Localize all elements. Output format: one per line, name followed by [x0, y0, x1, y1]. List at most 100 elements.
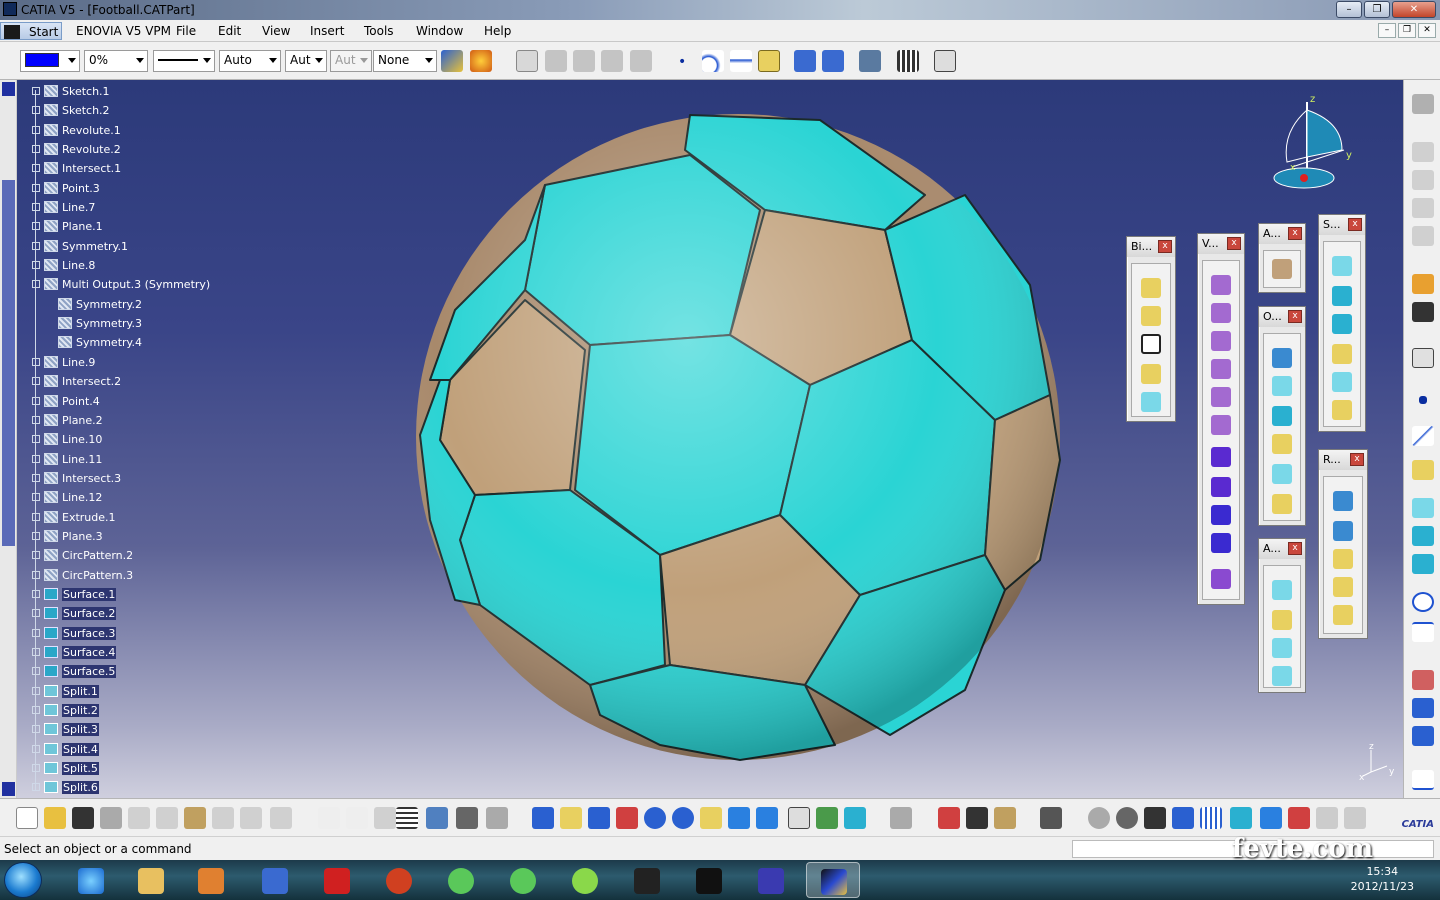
circular-pattern-icon[interactable]	[1333, 549, 1353, 569]
taskbar-acrobat[interactable]	[310, 862, 364, 898]
slot-icon[interactable]	[1211, 447, 1231, 467]
tree-node[interactable]: Split.3	[30, 720, 270, 739]
expand-icon[interactable]	[32, 706, 40, 714]
tree-expand-icon[interactable]	[1172, 807, 1194, 829]
connect-checker-icon[interactable]	[1272, 638, 1292, 658]
plane-system-icon[interactable]	[1260, 807, 1282, 829]
tree-node[interactable]: Intersect.3	[30, 469, 270, 488]
panel-a1-close-icon[interactable]: x	[1288, 227, 1302, 240]
panel-o-close-icon[interactable]: x	[1288, 310, 1302, 323]
expand-icon[interactable]	[32, 725, 40, 734]
taskbar-catia-active[interactable]	[806, 862, 860, 898]
taskbar-ship[interactable]	[744, 862, 798, 898]
expand-icon[interactable]	[32, 628, 40, 637]
tree-node[interactable]: Surface.1	[30, 585, 270, 604]
fit-all-icon[interactable]	[560, 807, 582, 829]
shaft-icon[interactable]	[1211, 331, 1231, 351]
zoom-out-icon[interactable]	[672, 807, 694, 829]
expand-icon[interactable]	[32, 473, 40, 482]
new-icon[interactable]	[16, 807, 38, 829]
expand-icon[interactable]	[32, 589, 40, 598]
analysis-icon[interactable]	[1272, 259, 1292, 279]
sketcher-icon[interactable]	[1412, 348, 1434, 368]
offset-surface-icon[interactable]	[1332, 344, 1352, 364]
pocket-icon[interactable]	[1211, 303, 1231, 323]
lock-icon[interactable]	[456, 807, 478, 829]
user-pattern-icon[interactable]	[1333, 577, 1353, 597]
repetition-icon[interactable]	[1333, 491, 1353, 511]
design-table-icon[interactable]	[426, 807, 448, 829]
work-on-support-icon[interactable]	[1200, 807, 1222, 829]
tree-node[interactable]: Point.4	[30, 392, 270, 411]
select-arrow-icon[interactable]	[1412, 274, 1434, 294]
tree-node[interactable]: Extrude.1	[30, 508, 270, 527]
panel-r[interactable]: R... x	[1318, 449, 1368, 639]
expand-icon[interactable]	[32, 667, 40, 676]
tree-node[interactable]: CircPattern.3	[30, 566, 270, 585]
boundary-icon[interactable]	[1272, 406, 1292, 426]
hide-show-icon[interactable]	[816, 807, 838, 829]
tree-node[interactable]: Plane.2	[30, 411, 270, 430]
expand-icon[interactable]	[32, 357, 40, 366]
extrude-surface-icon[interactable]	[1332, 256, 1352, 276]
panel-bi-close-icon[interactable]: x	[1158, 240, 1172, 253]
pad-icon[interactable]	[1211, 275, 1231, 295]
tree-node[interactable]: Surface.4	[30, 643, 270, 662]
knowledge-icon[interactable]	[374, 807, 396, 829]
panel-a1[interactable]: A... x	[1258, 223, 1306, 293]
compass-widget[interactable]: z y x	[1262, 92, 1352, 192]
helix-icon[interactable]	[1412, 698, 1434, 718]
comment-icon[interactable]	[346, 807, 368, 829]
join-icon[interactable]	[1272, 348, 1292, 368]
tree-node[interactable]: Line.9	[30, 353, 270, 372]
multi-section-icon[interactable]	[1211, 505, 1231, 525]
tree-node[interactable]: Line.10	[30, 430, 270, 449]
tree-node[interactable]: Intersect.2	[30, 372, 270, 391]
spiral-icon[interactable]	[1412, 622, 1434, 642]
properties-icon[interactable]	[966, 807, 988, 829]
sweep-icon[interactable]	[1332, 372, 1352, 392]
expand-icon[interactable]	[32, 415, 40, 424]
hole-icon[interactable]	[1211, 387, 1231, 407]
taskbar-app[interactable]	[248, 862, 302, 898]
formula-icon[interactable]	[318, 807, 340, 829]
panel-s[interactable]: S... x	[1318, 214, 1366, 432]
save-icon[interactable]	[72, 807, 94, 829]
panel-r-close-icon[interactable]: x	[1350, 453, 1364, 466]
paste-doc-icon[interactable]	[184, 807, 206, 829]
cut-icon[interactable]	[128, 807, 150, 829]
tree-node[interactable]: Line.11	[30, 450, 270, 469]
expand-icon[interactable]	[32, 454, 40, 463]
taskbar-qq1[interactable]	[434, 862, 488, 898]
open-icon[interactable]	[44, 807, 66, 829]
scroll-down-icon[interactable]	[2, 782, 15, 796]
taskbar-qq2[interactable]	[496, 862, 550, 898]
edge-fillet-icon[interactable]	[1141, 364, 1161, 384]
sphere-icon[interactable]	[1332, 314, 1352, 334]
catalog-icon[interactable]	[1412, 226, 1434, 246]
snap-to-point-icon[interactable]	[1230, 807, 1252, 829]
axis-system-icon[interactable]	[1144, 807, 1166, 829]
project-icon[interactable]	[1412, 498, 1434, 518]
connect-curve-icon[interactable]	[1412, 670, 1434, 690]
tree-node[interactable]: Line.12	[30, 488, 270, 507]
draft-analysis-icon[interactable]	[1272, 580, 1292, 600]
corner-icon[interactable]	[1412, 726, 1434, 746]
tree-node[interactable]: Revolute.1	[30, 121, 270, 140]
panel-bi[interactable]: Bi... x	[1126, 236, 1176, 422]
expand-icon[interactable]	[32, 125, 40, 134]
tree-node[interactable]: Sketch.2	[30, 101, 270, 120]
copy-doc-icon[interactable]	[156, 807, 178, 829]
expand-icon[interactable]	[32, 261, 40, 270]
curvature-analysis-icon[interactable]	[1272, 610, 1292, 630]
tree-node[interactable]: Symmetry.4	[30, 333, 270, 352]
scan-icon[interactable]	[1288, 807, 1310, 829]
windows-start-button[interactable]	[4, 862, 42, 898]
rectangular-pattern-icon[interactable]	[1333, 521, 1353, 541]
tree-node[interactable]: Line.8	[30, 256, 270, 275]
multi-view-icon[interactable]	[728, 807, 750, 829]
expand-icon[interactable]	[32, 222, 40, 231]
tree-node[interactable]: Revolute.2	[30, 140, 270, 159]
taskbar-tool[interactable]	[372, 862, 426, 898]
taskbar-media[interactable]	[184, 862, 238, 898]
